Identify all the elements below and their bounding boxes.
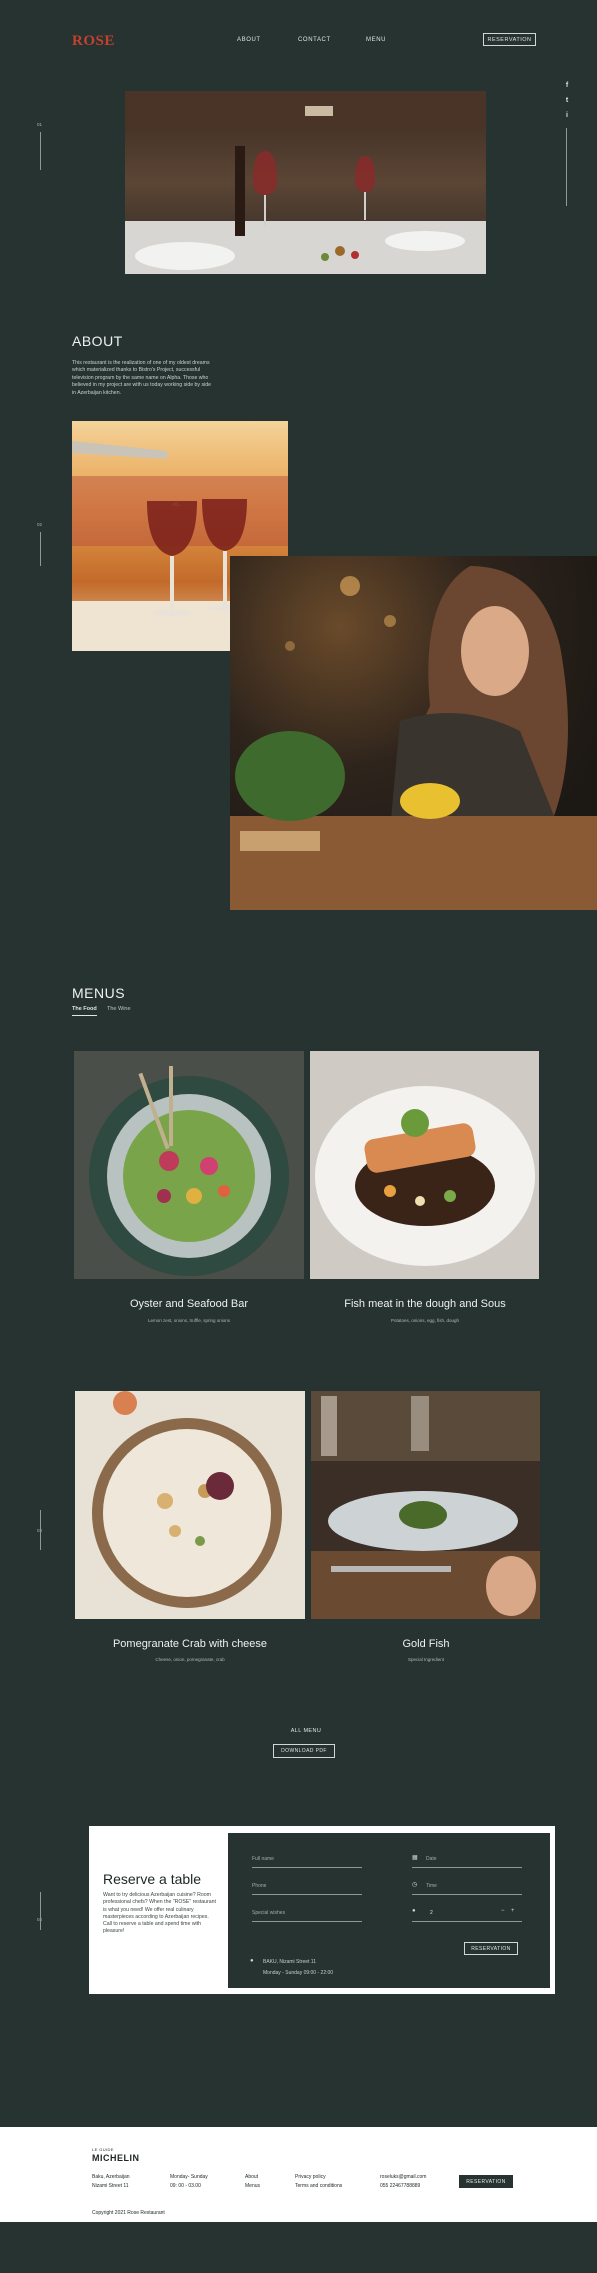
reservation-address: BAKU, Nizami Street 11 bbox=[263, 1959, 316, 1965]
tab-wine[interactable]: The Wine bbox=[107, 1006, 131, 1012]
clock-icon: ◷ bbox=[412, 1882, 418, 1888]
footer-city: Baku, Azerbaijan bbox=[92, 2174, 130, 2180]
special-wishes-underline bbox=[252, 1921, 362, 1922]
full-name-input[interactable]: Full name bbox=[252, 1856, 274, 1862]
date-input[interactable]: Date bbox=[426, 1856, 437, 1862]
dish-desc-4: Special Ingredient bbox=[407, 1657, 445, 1662]
date-underline bbox=[412, 1867, 522, 1868]
woman-eating-photo bbox=[230, 556, 597, 910]
side-marker-2: 02 bbox=[37, 522, 43, 527]
side-marker-1: 01 bbox=[37, 122, 43, 127]
dish-photo-2[interactable] bbox=[310, 1051, 539, 1279]
footer-reservation-button[interactable]: RESERVATION bbox=[459, 2175, 513, 2188]
reservation-hours: Monday - Sunday 09:00 - 22:00 bbox=[263, 1970, 334, 1976]
menus-title: MENUS bbox=[72, 985, 126, 1001]
side-line-1 bbox=[40, 132, 41, 170]
hero-photo bbox=[125, 91, 486, 274]
dish-title-2: Fish meat in the dough and Sous bbox=[344, 1298, 506, 1310]
bottom-strip bbox=[0, 2222, 597, 2273]
time-underline bbox=[412, 1894, 522, 1895]
dish-desc-1: Lemon zest, onions, truffle, spring onio… bbox=[148, 1318, 230, 1323]
nav-reservation-button[interactable]: RESERVATION bbox=[483, 33, 536, 46]
person-icon: ● bbox=[412, 1908, 416, 1914]
location-icon: ● bbox=[250, 1958, 254, 1964]
dish-title-1: Oyster and Seafood Bar bbox=[129, 1298, 248, 1310]
plus-icon[interactable]: + bbox=[511, 1908, 515, 1914]
dish-title-4: Gold Fish bbox=[402, 1638, 450, 1650]
brand-logo[interactable]: ROSE bbox=[72, 33, 115, 50]
reservation-submit-button[interactable]: RESERVATION bbox=[464, 1942, 518, 1955]
download-pdf-button[interactable]: DOWNLOAD PDF bbox=[273, 1744, 335, 1758]
side-line-3 bbox=[40, 1510, 41, 1550]
footer-link-privacy[interactable]: Privacy policy bbox=[295, 2174, 326, 2180]
side-line-2 bbox=[40, 532, 41, 566]
footer-copyright: Copyright 2021 Rose Restaurant bbox=[92, 2210, 165, 2216]
footer-phone[interactable]: 055 22467788889 bbox=[380, 2183, 420, 2189]
twitter-icon[interactable]: t bbox=[563, 97, 571, 104]
footer-street: Nizami Street 11 bbox=[92, 2183, 129, 2189]
about-text: This restaurant is the realization of on… bbox=[72, 360, 211, 396]
all-menu-label: ALL MENU bbox=[290, 1728, 322, 1734]
guests-underline bbox=[412, 1921, 522, 1922]
footer-link-about[interactable]: About bbox=[245, 2174, 258, 2180]
side-line-4 bbox=[40, 1892, 41, 1930]
phone-input[interactable]: Phone bbox=[252, 1883, 266, 1889]
dish-title-3: Pomegranate Crab with cheese bbox=[112, 1638, 268, 1650]
tab-food[interactable]: The Food bbox=[72, 1006, 97, 1016]
instagram-icon[interactable]: i bbox=[563, 112, 571, 119]
guests-value[interactable]: 2 bbox=[430, 1910, 433, 1916]
footer-link-terms[interactable]: Terms and conditions bbox=[295, 2183, 342, 2189]
dish-photo-4[interactable] bbox=[311, 1391, 540, 1619]
reserve-text: Want to try delicious Azerbaijan cuisine… bbox=[103, 1892, 216, 1935]
nav-contact[interactable]: CONTACT bbox=[298, 37, 331, 43]
footer-days: Monday- Sunday bbox=[170, 2174, 208, 2180]
dish-desc-3: Cheese, onion, pomegranate, crab bbox=[155, 1657, 225, 1662]
reserve-title: Reserve a table bbox=[103, 1871, 202, 1887]
dish-photo-1[interactable] bbox=[74, 1051, 304, 1279]
michelin-logo: MICHELIN bbox=[92, 2153, 140, 2163]
calendar-icon: ▦ bbox=[412, 1855, 418, 1861]
dish-desc-2: Potatoes, onions, egg, fish, dough bbox=[390, 1318, 460, 1323]
social-divider bbox=[566, 128, 567, 206]
about-title: ABOUT bbox=[72, 333, 123, 349]
nav-about[interactable]: ABOUT bbox=[237, 37, 261, 43]
footer-email[interactable]: roseluks@gmail.com bbox=[380, 2174, 426, 2180]
facebook-icon[interactable]: f bbox=[563, 82, 571, 89]
dish-photo-3[interactable] bbox=[75, 1391, 305, 1619]
guide-label: LE GUIDE bbox=[92, 2147, 114, 2152]
phone-underline bbox=[252, 1894, 362, 1895]
full-name-underline bbox=[252, 1867, 362, 1868]
time-input[interactable]: Time bbox=[426, 1883, 437, 1889]
minus-icon[interactable]: − bbox=[501, 1908, 505, 1914]
special-wishes-input[interactable]: Special wishes bbox=[252, 1910, 285, 1916]
nav-menu[interactable]: MENU bbox=[366, 37, 386, 43]
footer-link-menus[interactable]: Menus bbox=[245, 2183, 260, 2189]
footer-hours: 09: 00 - 03.00 bbox=[170, 2183, 201, 2189]
